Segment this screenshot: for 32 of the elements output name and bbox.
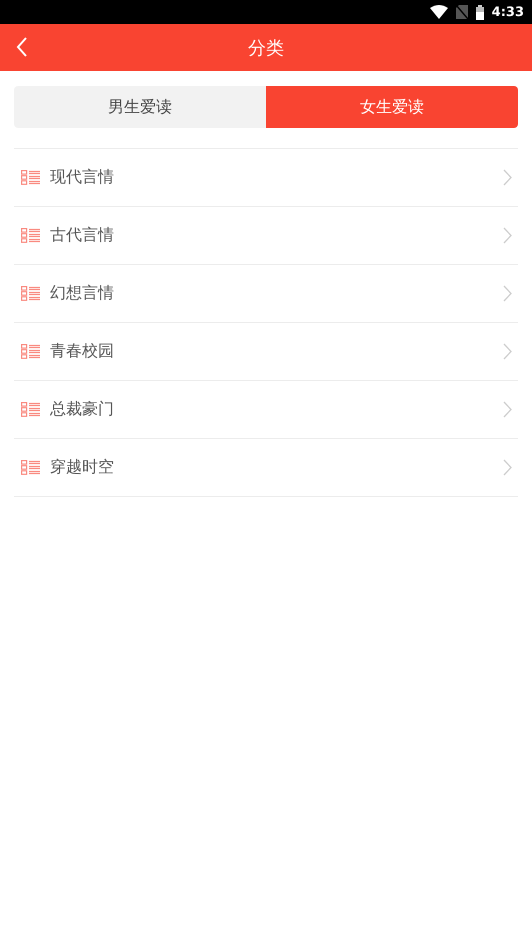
tab[interactable]: 男生爱读 <box>14 86 266 128</box>
category-label: 现代言情 <box>50 167 115 188</box>
chevron-right-icon <box>503 343 512 360</box>
category-label: 幻想言情 <box>50 283 115 304</box>
battery-icon <box>476 4 484 20</box>
category-label: 古代言情 <box>50 225 115 246</box>
chevron-right-icon <box>503 227 512 244</box>
category-row[interactable]: 穿越时空 <box>14 439 518 497</box>
category-label: 青春校园 <box>50 341 115 362</box>
back-icon[interactable] <box>16 37 28 57</box>
category-label: 穿越时空 <box>50 457 115 478</box>
list-icon <box>21 460 40 475</box>
category-row[interactable]: 幻想言情 <box>14 265 518 323</box>
list-icon <box>21 344 40 359</box>
chevron-right-icon <box>503 285 512 302</box>
no-sim-icon <box>456 5 468 19</box>
page-title: 分类 <box>248 36 284 60</box>
category-row[interactable]: 总裁豪门 <box>14 381 518 439</box>
wifi-icon <box>430 5 448 19</box>
chevron-right-icon <box>503 459 512 476</box>
category-row[interactable]: 现代言情 <box>14 149 518 207</box>
category-row[interactable]: 古代言情 <box>14 207 518 265</box>
category-row[interactable]: 青春校园 <box>14 323 518 381</box>
list-icon <box>21 286 40 301</box>
category-label: 总裁豪门 <box>50 399 115 420</box>
chevron-right-icon <box>503 401 512 418</box>
list-icon <box>21 170 40 185</box>
chevron-right-icon <box>503 169 512 186</box>
list-icon <box>21 402 40 417</box>
list-icon <box>21 228 40 243</box>
tab[interactable]: 女生爱读 <box>266 86 518 128</box>
status-time: 4:33 <box>492 4 524 20</box>
